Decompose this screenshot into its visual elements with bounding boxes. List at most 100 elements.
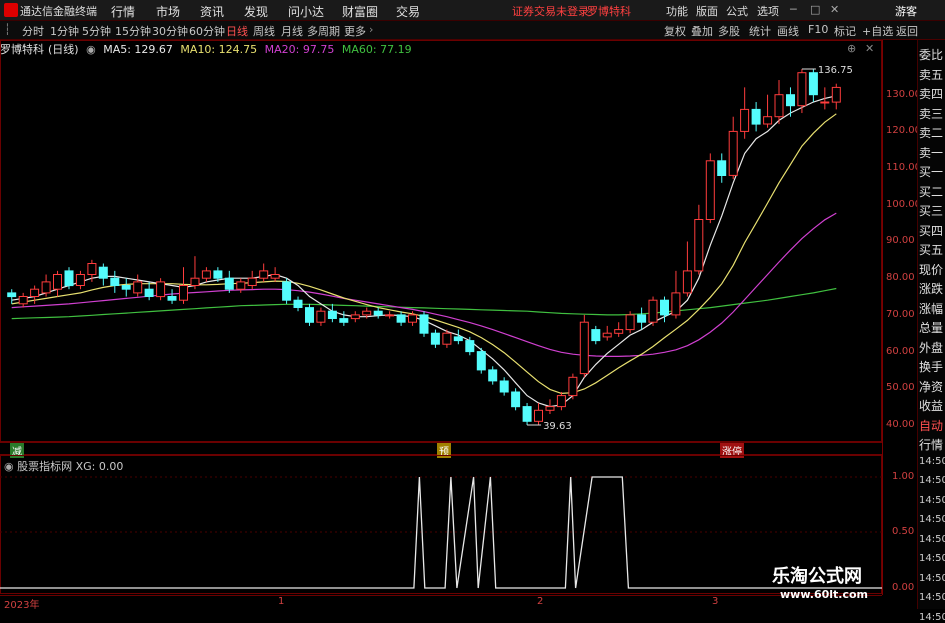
candle-body	[64, 270, 74, 287]
period-15min[interactable]: 15分钟	[115, 23, 151, 39]
period-60min[interactable]: 60分钟	[189, 23, 225, 39]
toolbar-menu-icon[interactable]: ┆	[4, 23, 11, 36]
indicator-label: ◉ 股票指标网 XG: 0.00	[4, 458, 123, 474]
menu-options[interactable]: 选项	[757, 3, 779, 19]
candle-body	[545, 406, 555, 411]
tool-f10[interactable]: F10	[808, 23, 828, 36]
period-5min[interactable]: 5分钟	[82, 23, 111, 39]
sidebar-item: 行情	[919, 438, 944, 452]
sidebar-item: 买一	[919, 165, 944, 179]
price-tick: 60.00	[886, 345, 915, 357]
sidebar-item: 卖三	[919, 106, 944, 121]
sidebar-item: 14:50	[919, 494, 945, 506]
period-more[interactable]: 更多	[344, 23, 366, 39]
menu-layout[interactable]: 版面	[696, 3, 718, 19]
current-stock-name: 罗博特科	[587, 5, 631, 18]
app-title: 通达信金融终端	[20, 5, 97, 18]
indicator-settings-icon[interactable]: ◉	[4, 460, 14, 473]
sidebar-item: 14:50	[919, 514, 945, 525]
tool-back[interactable]: 返回	[896, 23, 918, 39]
candle-body	[671, 292, 681, 316]
more-chevron-icon[interactable]: ›	[369, 23, 373, 36]
sidebar-item: 买四	[919, 223, 944, 238]
title-bar	[0, 0, 945, 21]
guest-user[interactable]: 游客	[895, 3, 917, 19]
candle-body	[53, 274, 62, 290]
sidebar-item: 14:50	[919, 611, 945, 623]
high-label: 136.75	[818, 65, 853, 76]
candle-body	[385, 314, 395, 317]
tool-add-watch[interactable]: +自选	[862, 23, 893, 39]
candle-body	[648, 299, 658, 323]
candle-body	[740, 108, 750, 132]
maximize-icon[interactable]: □	[810, 3, 820, 16]
candle-body	[179, 285, 188, 301]
candle-body	[614, 329, 624, 334]
candle-body	[350, 314, 360, 320]
candle-body	[442, 332, 452, 345]
tool-draw[interactable]: 画线	[777, 23, 799, 39]
close-icon[interactable]: ✕	[830, 3, 839, 16]
menu-function[interactable]: 功能	[666, 3, 688, 19]
candle-body	[133, 281, 143, 294]
kline-chart[interactable]: 136.75 39.63	[0, 40, 882, 442]
price-tick: 90.00	[886, 235, 915, 247]
price-tick: 110.00	[886, 162, 921, 174]
low-label: 39.63	[543, 421, 572, 432]
tool-stats[interactable]: 统计	[749, 23, 771, 39]
candle-body	[156, 281, 166, 298]
sidebar-item: 总量	[919, 321, 944, 335]
candle-body	[430, 332, 440, 345]
menu-discover[interactable]: 发现	[244, 3, 268, 20]
candle-body	[556, 395, 566, 408]
sidebar-item: 买三	[919, 204, 944, 218]
menu-trade[interactable]: 交易	[396, 3, 420, 20]
period-daily[interactable]: 日线	[226, 23, 248, 39]
candle-body	[419, 314, 429, 334]
tool-adjust[interactable]: 复权	[664, 23, 686, 39]
period-intraday[interactable]: 分时	[22, 23, 44, 39]
main-chart-frame	[0, 40, 882, 442]
menu-quotes[interactable]: 行情	[111, 3, 135, 20]
login-status[interactable]: 证券交易未登录	[512, 3, 589, 19]
minimize-icon[interactable]: ─	[790, 3, 797, 16]
period-monthly[interactable]: 月线	[281, 23, 303, 39]
candle-body	[453, 336, 463, 342]
period-1min[interactable]: 1分钟	[50, 23, 79, 39]
tool-overlay[interactable]: 叠加	[691, 23, 713, 39]
sidebar-item: 14:50	[919, 553, 945, 564]
indicator-chart[interactable]	[0, 455, 882, 594]
period-30min[interactable]: 30分钟	[152, 23, 188, 39]
candle-body	[488, 369, 498, 382]
candle-body	[637, 314, 647, 323]
price-tick: 50.00	[886, 382, 915, 394]
price-tick: 130.00	[886, 88, 921, 100]
menu-ask[interactable]: 问小达	[288, 3, 324, 20]
sidebar-item: 涨幅	[919, 301, 944, 316]
watermark-url: www.60lt.com	[780, 588, 869, 601]
menu-news[interactable]: 资讯	[200, 3, 224, 20]
period-multi[interactable]: 多周期	[307, 23, 340, 39]
sidebar-item: 买二	[919, 184, 944, 199]
candle-body	[511, 391, 521, 408]
time-tick-mar: 3	[712, 596, 719, 607]
sidebar-item: 14:50	[919, 475, 945, 486]
candle-body	[259, 270, 269, 279]
ma10-line	[11, 113, 837, 395]
candle-body	[144, 288, 154, 297]
menu-formula[interactable]: 公式	[726, 3, 748, 19]
sidebar-item: 收益	[919, 399, 944, 413]
menu-wealth[interactable]: 财富圈	[342, 3, 378, 20]
menu-market[interactable]: 市场	[156, 3, 180, 20]
period-weekly[interactable]: 周线	[253, 23, 275, 39]
candle-body	[774, 94, 784, 118]
tool-multi-stock[interactable]: 多股	[718, 23, 740, 39]
candle-body	[75, 274, 85, 286]
sidebar-item[interactable]: 自动	[919, 417, 943, 434]
indicator-name[interactable]: 股票指标网	[17, 460, 72, 473]
tool-mark[interactable]: 标记	[834, 23, 856, 39]
sidebar-item: 14:50	[919, 592, 945, 603]
candle-body	[499, 380, 509, 393]
candle-body	[786, 94, 795, 107]
candle-body	[270, 274, 280, 279]
